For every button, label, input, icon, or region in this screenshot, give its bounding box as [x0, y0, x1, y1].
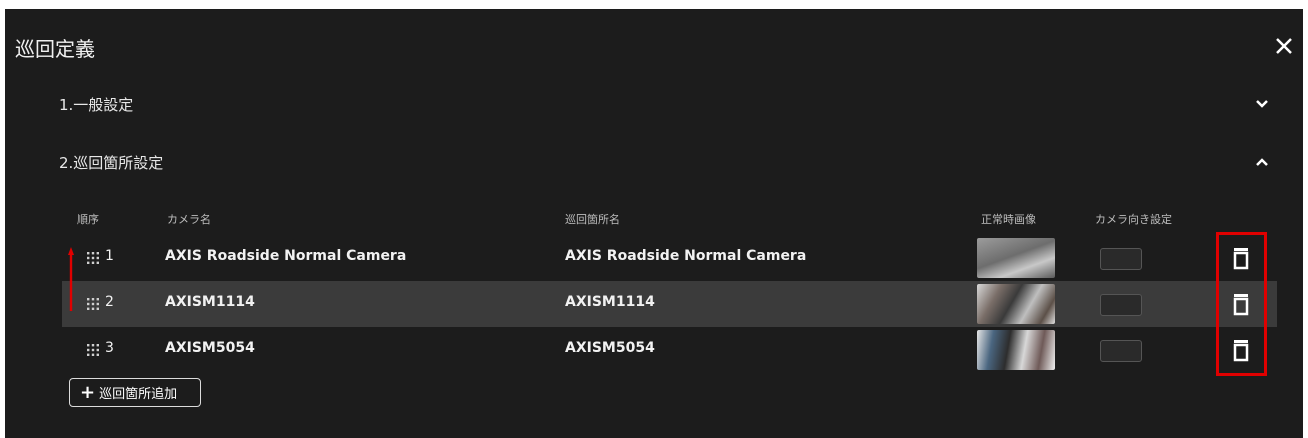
normal-image-thumbnail[interactable] [977, 330, 1055, 370]
table-row[interactable]: 2 AXISM1114 AXISM1114 [62, 281, 1277, 327]
drag-grip-icon [87, 344, 99, 356]
camera-direction-setting[interactable] [1100, 248, 1142, 270]
camera-name-cell: AXIS Roadside Normal Camera [165, 248, 407, 264]
patrol-point-name-cell: AXISM5054 [565, 340, 655, 356]
camera-name-cell: AXISM5054 [165, 340, 255, 356]
chevron-down-icon [1256, 100, 1268, 108]
collapse-patrol-points-button[interactable] [1253, 153, 1271, 171]
patrol-definition-dialog: 巡回定義 1.一般設定 2.巡回箇所設定 順序 カメラ名 巡回箇所名 正常時画像… [5, 9, 1303, 438]
normal-image-thumbnail[interactable] [977, 238, 1055, 278]
add-patrol-point-button[interactable]: + 巡回箇所追加 [69, 378, 201, 407]
dialog-title: 巡回定義 [15, 37, 95, 61]
drag-grip-icon [87, 298, 99, 310]
patrol-point-name-cell: AXISM1114 [565, 294, 655, 310]
drag-handle[interactable] [86, 342, 100, 356]
camera-name-cell: AXISM1114 [165, 294, 255, 310]
add-patrol-point-label: 巡回箇所追加 [99, 387, 178, 402]
drag-handle[interactable] [86, 296, 100, 310]
drag-direction-arrow-annotation [68, 247, 74, 311]
close-button[interactable] [1271, 33, 1297, 59]
column-header-normal-image: 正常時画像 [981, 213, 1036, 226]
plus-icon: + [80, 381, 96, 403]
chevron-up-icon [1256, 158, 1268, 166]
camera-direction-setting[interactable] [1100, 294, 1142, 316]
patrol-point-name-cell: AXIS Roadside Normal Camera [565, 248, 807, 264]
row-order: 2 [105, 294, 114, 310]
delete-buttons-highlight-annotation [1216, 232, 1267, 376]
drag-grip-icon [87, 252, 99, 264]
section-general-settings[interactable]: 1.一般設定 [59, 94, 133, 115]
drag-handle[interactable] [86, 250, 100, 264]
row-order: 1 [105, 248, 114, 264]
expand-general-button[interactable] [1253, 95, 1271, 113]
column-header-order: 順序 [77, 213, 99, 226]
normal-image-thumbnail[interactable] [977, 284, 1055, 324]
table-row[interactable]: 1 AXIS Roadside Normal Camera AXIS Roads… [62, 235, 1277, 281]
close-icon [1276, 38, 1292, 54]
column-header-camera-name: カメラ名 [167, 213, 211, 226]
column-header-patrol-point-name: 巡回箇所名 [565, 213, 620, 226]
row-order: 3 [105, 340, 114, 356]
camera-direction-setting[interactable] [1100, 340, 1142, 362]
column-header-camera-direction: カメラ向き設定 [1095, 213, 1172, 226]
table-row[interactable]: 3 AXISM5054 AXISM5054 [62, 327, 1277, 373]
section-patrol-point-settings[interactable]: 2.巡回箇所設定 [59, 152, 163, 173]
